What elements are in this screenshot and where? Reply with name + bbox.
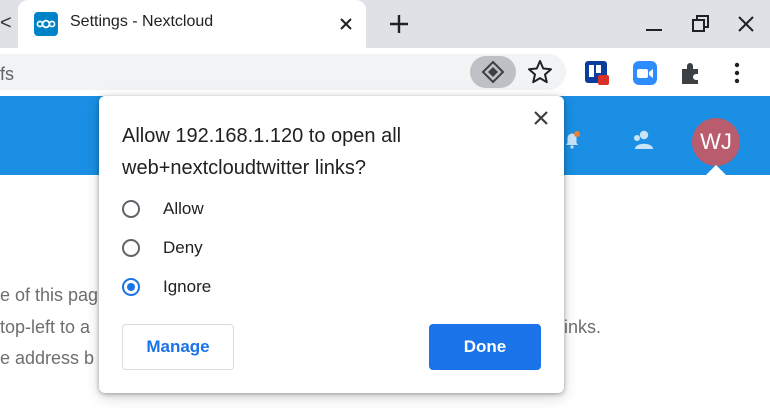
manage-button[interactable]: Manage xyxy=(122,324,234,370)
radio-button-ignore[interactable] xyxy=(122,278,140,296)
tab-close-icon[interactable] xyxy=(334,12,358,36)
page-text-line-2: top-left to a xyxy=(0,317,91,337)
new-tab-plus-icon[interactable] xyxy=(385,10,413,38)
protocol-handler-icon[interactable] xyxy=(470,56,516,88)
zoom-extension-icon[interactable] xyxy=(632,60,658,86)
radio-label: Ignore xyxy=(163,277,212,296)
menu-notch xyxy=(704,165,728,177)
radio-label: Deny xyxy=(163,238,203,257)
dialog-title: Allow 192.168.1.120 to open all web+next… xyxy=(122,125,402,179)
page-text-line-1: e of this pag xyxy=(0,285,99,305)
page-text-right-fragment: inks. xyxy=(564,317,602,337)
restore-icon[interactable] xyxy=(688,12,712,36)
radio-button-allow[interactable] xyxy=(122,200,140,218)
radio-option-ignore[interactable]: Ignore xyxy=(122,276,322,300)
minimize-icon[interactable] xyxy=(642,12,666,36)
url-text: fs xyxy=(0,64,15,84)
tab-strip: < Settings - Nextcloud xyxy=(0,0,770,48)
previous-tab-edge[interactable]: < xyxy=(0,12,12,35)
radio-label: Allow xyxy=(163,199,204,218)
protocol-handler-dialog: Allow 192.168.1.120 to open all web+next… xyxy=(99,96,564,393)
page-text-line-3: e address b xyxy=(0,348,95,368)
contacts-icon[interactable] xyxy=(630,128,656,157)
radio-option-allow[interactable]: Allow xyxy=(122,198,322,222)
radio-button-deny[interactable] xyxy=(122,239,140,257)
tab-title: Settings - Nextcloud xyxy=(70,13,214,30)
more-vert-icon[interactable] xyxy=(724,60,750,86)
active-tab[interactable]: Settings - Nextcloud xyxy=(18,0,366,48)
avatar[interactable]: WJ xyxy=(692,118,740,166)
window-close-icon[interactable] xyxy=(734,12,758,36)
dialog-close-icon[interactable] xyxy=(531,108,551,128)
star-icon[interactable] xyxy=(526,58,554,86)
radio-option-deny[interactable]: Deny xyxy=(122,237,322,261)
extensions-puzzle-icon[interactable] xyxy=(678,60,704,86)
nextcloud-logo-icon xyxy=(34,12,58,36)
browser-toolbar: fs xyxy=(0,48,770,96)
done-button[interactable]: Done xyxy=(429,324,541,370)
trello-extension-icon[interactable] xyxy=(584,60,610,86)
